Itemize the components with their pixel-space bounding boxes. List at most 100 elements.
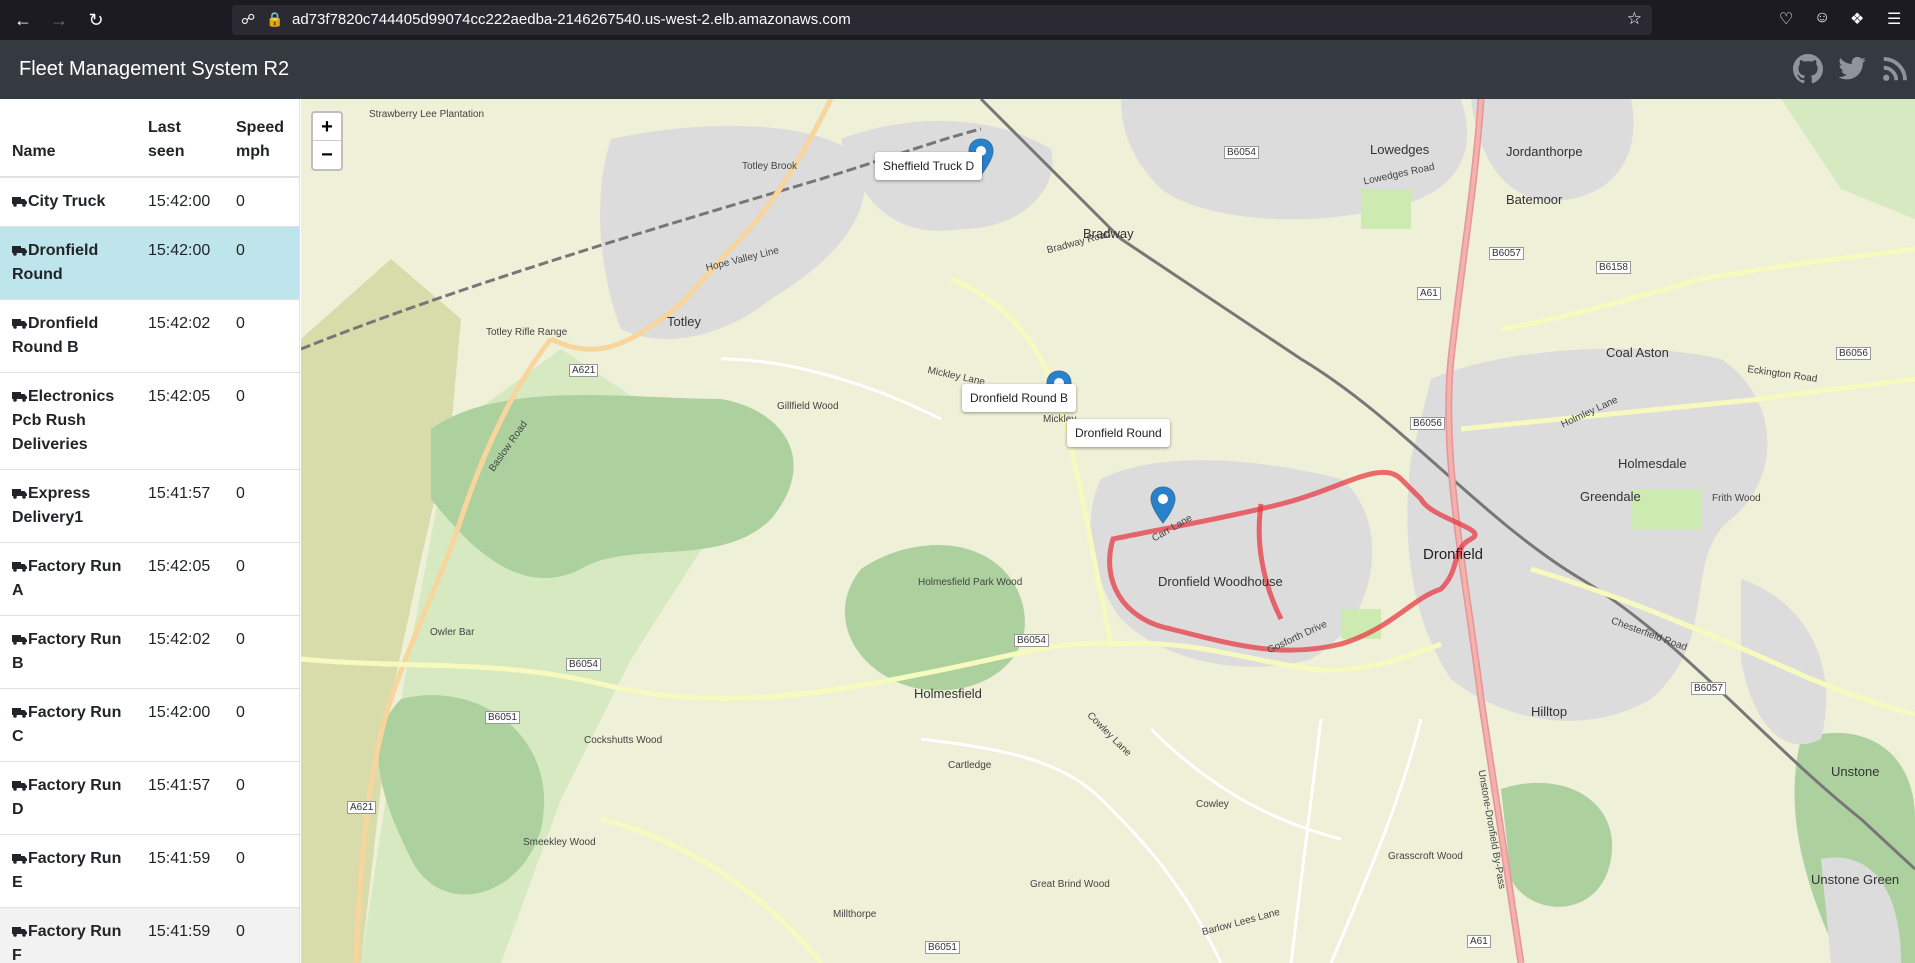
road-label: B6158 — [1596, 261, 1631, 274]
truck-icon — [12, 489, 27, 499]
map-view[interactable]: Totley Bradway Lowedges Jordanthorpe Bat… — [301, 99, 1915, 963]
vehicle-name-cell[interactable]: City Truck — [0, 176, 136, 227]
table-row[interactable]: Factory Run F 15:41:59 0 — [0, 907, 299, 963]
browser-toolbar: ← → ↻ ☍ 🔒 ad73f7820c744405d99074cc222aed… — [0, 0, 1915, 40]
place-label: Coal Aston — [1606, 345, 1669, 360]
zoom-out-button[interactable]: − — [313, 141, 341, 169]
road-label: A61 — [1417, 287, 1441, 300]
column-header-speed[interactable]: Speed mph — [224, 99, 299, 178]
bookmark-star-icon[interactable]: ☆ — [1627, 9, 1642, 29]
road-label: A61 — [1467, 935, 1491, 948]
place-label: Totley Brook — [742, 161, 798, 172]
table-row[interactable]: Dronfield Round 15:42:00 0 — [0, 226, 299, 300]
extensions-icon[interactable]: ❖ — [1850, 9, 1864, 29]
speed-cell: 0 — [224, 469, 299, 543]
speed-cell: 0 — [224, 372, 299, 470]
vehicle-name-cell[interactable]: Electronics Pcb Rush Deliveries — [0, 372, 136, 470]
table-row[interactable]: Factory Run B 15:42:02 0 — [0, 615, 299, 689]
speed-cell: 0 — [224, 615, 299, 689]
table-row[interactable]: Factory Run C 15:42:00 0 — [0, 688, 299, 762]
speed-cell: 0 — [224, 226, 299, 300]
twitter-icon[interactable] — [1837, 54, 1867, 84]
road-label: B6057 — [1691, 682, 1726, 695]
place-label: Holmesdale — [1618, 456, 1687, 471]
truck-icon — [12, 635, 27, 645]
last-seen-cell: 15:41:59 — [136, 907, 224, 963]
place-label: Dronfield Woodhouse — [1158, 574, 1283, 589]
app-title[interactable]: Fleet Management System R2 — [19, 58, 289, 81]
account-icon[interactable]: ☺ — [1814, 9, 1830, 27]
vehicle-table: Name Last seen Speed mph City Truck 15:42… — [0, 99, 299, 963]
vehicle-name-cell[interactable]: Dronfield Round — [0, 226, 136, 300]
place-label: Unstone Green — [1811, 872, 1900, 887]
truck-icon — [12, 927, 27, 937]
truck-icon — [12, 562, 27, 572]
vehicle-name-cell[interactable]: Express Delivery1 — [0, 469, 136, 543]
last-seen-cell: 15:41:57 — [136, 469, 224, 543]
url-bar[interactable]: ☍ 🔒 ad73f7820c744405d99074cc222aedba-214… — [232, 5, 1652, 35]
road-label: B6051 — [925, 941, 960, 954]
shield-icon[interactable]: ☍ — [241, 11, 255, 28]
place-label: Strawberry Lee Plantation — [369, 109, 485, 120]
table-row[interactable]: City Truck 15:42:00 0 — [0, 176, 299, 227]
place-label: Cowley — [1196, 799, 1229, 810]
vehicle-name: Factory Run C — [12, 704, 122, 745]
road-label: B6056 — [1836, 347, 1871, 360]
road-label: A621 — [347, 801, 377, 814]
column-header-last-seen[interactable]: Last seen — [136, 99, 224, 178]
speed-cell: 0 — [224, 176, 299, 227]
speed-cell: 0 — [224, 299, 299, 373]
table-row[interactable]: Dronfield Round B 15:42:02 0 — [0, 299, 299, 373]
url-text[interactable]: ad73f7820c744405d99074cc222aedba-2146267… — [292, 11, 851, 28]
last-seen-cell: 15:42:00 — [136, 176, 224, 227]
road-label: B6054 — [566, 658, 601, 671]
menu-icon[interactable]: ☰ — [1887, 9, 1901, 29]
place-label: Batemoor — [1506, 192, 1563, 207]
speed-cell: 0 — [224, 761, 299, 835]
github-icon[interactable] — [1793, 54, 1823, 84]
place-label: Great Brind Wood — [1030, 879, 1110, 890]
rss-icon[interactable] — [1880, 54, 1910, 84]
vehicle-name-cell[interactable]: Dronfield Round B — [0, 299, 136, 373]
last-seen-cell: 15:42:00 — [136, 688, 224, 762]
last-seen-cell: 15:41:59 — [136, 834, 224, 908]
pocket-icon[interactable]: ♡ — [1779, 9, 1793, 29]
speed-cell: 0 — [224, 834, 299, 908]
vehicle-name-cell[interactable]: Factory Run E — [0, 834, 136, 908]
place-label: Cartledge — [948, 760, 992, 771]
place-label: Holmesfield Park Wood — [918, 577, 1023, 588]
truck-icon — [12, 392, 27, 402]
last-seen-cell: 15:42:05 — [136, 542, 224, 616]
truck-icon — [12, 319, 27, 329]
place-label: Gillfield Wood — [777, 401, 839, 412]
vehicle-name-cell[interactable]: Factory Run F — [0, 907, 136, 963]
table-row[interactable]: Factory Run D 15:41:57 0 — [0, 761, 299, 835]
vehicle-name-cell[interactable]: Factory Run A — [0, 542, 136, 616]
place-label: Cockshutts Wood — [584, 735, 663, 746]
back-icon[interactable]: ← — [11, 8, 35, 32]
vehicle-name-cell[interactable]: Factory Run C — [0, 688, 136, 762]
road-label: B6054 — [1014, 634, 1049, 647]
zoom-in-button[interactable]: + — [313, 113, 341, 141]
column-header-name[interactable]: Name — [0, 99, 136, 178]
place-label: Hilltop — [1531, 704, 1568, 719]
vehicle-name-cell[interactable]: Factory Run D — [0, 761, 136, 835]
last-seen-cell: 15:42:02 — [136, 299, 224, 373]
truck-icon — [12, 197, 27, 207]
table-row[interactable]: Factory Run A 15:42:05 0 — [0, 542, 299, 616]
forward-icon[interactable]: → — [47, 8, 71, 32]
place-label: Millthorpe — [833, 909, 877, 920]
road-label: B6056 — [1410, 417, 1445, 430]
road-label: B6051 — [485, 711, 520, 724]
zoom-control: + − — [311, 111, 343, 171]
table-row[interactable]: Express Delivery1 15:41:57 0 — [0, 469, 299, 543]
vehicle-name: City Truck — [28, 193, 106, 210]
reload-icon[interactable]: ↻ — [84, 8, 108, 32]
table-row[interactable]: Electronics Pcb Rush Deliveries 15:42:05 0 — [0, 372, 299, 470]
table-header-row: Name Last seen Speed mph — [0, 99, 299, 178]
lock-icon[interactable]: 🔒 — [266, 11, 283, 28]
last-seen-cell: 15:41:57 — [136, 761, 224, 835]
table-row[interactable]: Factory Run E 15:41:59 0 — [0, 834, 299, 908]
vehicle-name-cell[interactable]: Factory Run B — [0, 615, 136, 689]
place-label: Totley — [667, 314, 701, 329]
